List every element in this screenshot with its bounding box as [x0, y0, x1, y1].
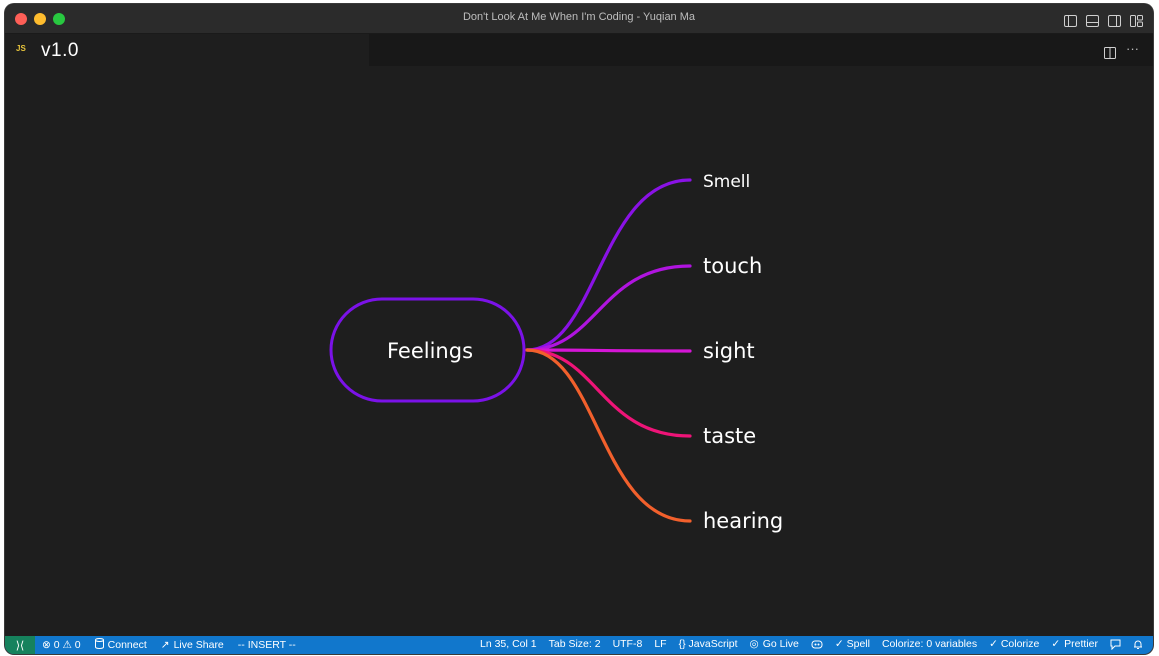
- spell-check-button[interactable]: ✓ Spell: [835, 638, 870, 650]
- go-live-label: Go Live: [762, 638, 799, 650]
- language-mode[interactable]: {} JavaScript: [679, 638, 738, 650]
- status-bar: ⟩⟨ ⊗ 0 ⚠ 0 Connect ↗ Live Share -- INSER…: [5, 636, 1153, 654]
- eol-indicator[interactable]: LF: [654, 638, 666, 650]
- title-bar: Don't Look At Me When I'm Coding - Yuqia…: [5, 4, 1153, 34]
- remote-indicator[interactable]: ⟩⟨: [5, 636, 35, 654]
- branch-node-touch[interactable]: touch: [703, 254, 762, 278]
- branch-node-smell[interactable]: Smell: [703, 172, 750, 192]
- database-icon: [94, 638, 104, 652]
- layout-controls: [1064, 12, 1143, 27]
- mind-map: Feelings Smell touch sight taste hearing: [329, 172, 783, 533]
- connect-button[interactable]: Connect: [94, 638, 147, 652]
- split-editor-icon[interactable]: [1104, 44, 1116, 59]
- prettier-label: Prettier: [1064, 638, 1098, 650]
- editor-area: Feelings Smell touch sight taste hearing: [5, 66, 1153, 636]
- toggle-primary-sidebar-icon[interactable]: [1064, 12, 1077, 27]
- tab-size-indicator[interactable]: Tab Size: 2: [549, 638, 601, 650]
- javascript-file-icon: JS: [16, 44, 26, 53]
- notifications-bell-icon[interactable]: [1133, 638, 1143, 650]
- tab-v1[interactable]: JS v1.0: [5, 34, 369, 66]
- broadcast-icon: ◎: [749, 638, 759, 650]
- colorize-button[interactable]: ✓ Colorize: [989, 638, 1039, 650]
- toggle-secondary-sidebar-icon[interactable]: [1108, 12, 1121, 27]
- prettier-button[interactable]: ✓ Prettier: [1051, 638, 1098, 650]
- double-check-icon: ✓: [1051, 638, 1061, 650]
- app-window: Don't Look At Me When I'm Coding - Yuqia…: [5, 4, 1153, 654]
- branch-connector-smell: [525, 178, 692, 352]
- encoding-indicator[interactable]: UTF-8: [613, 638, 643, 650]
- branch-connector-taste: [525, 348, 692, 438]
- live-share-icon: ↗: [160, 639, 170, 651]
- remote-icon: ⟩⟨: [15, 639, 25, 652]
- branch-connector-sight: [525, 348, 692, 353]
- branch-node-sight[interactable]: sight: [703, 339, 755, 363]
- connect-label: Connect: [107, 639, 147, 651]
- branch-node-taste[interactable]: taste: [703, 424, 756, 448]
- editor-tab-bar: JS v1.0 ···: [5, 34, 1153, 66]
- colorize-variables-indicator[interactable]: Colorize: 0 variables: [882, 638, 977, 650]
- tab-label: v1.0: [41, 40, 79, 61]
- feedback-icon[interactable]: [1110, 638, 1121, 650]
- problems-indicator[interactable]: ⊗ 0 ⚠ 0: [42, 638, 81, 652]
- cursor-position[interactable]: Ln 35, Col 1: [480, 638, 537, 650]
- branch-connector-hearing: [525, 348, 692, 523]
- copilot-icon[interactable]: [811, 638, 823, 650]
- branch-connector-touch: [525, 264, 692, 352]
- branch-node-hearing[interactable]: hearing: [703, 509, 783, 533]
- go-live-button[interactable]: ◎ Go Live: [750, 638, 799, 650]
- more-actions-icon[interactable]: ···: [1126, 41, 1139, 56]
- toggle-panel-icon[interactable]: [1086, 12, 1099, 27]
- vim-mode-indicator: -- INSERT --: [237, 639, 296, 651]
- live-share-button[interactable]: ↗ Live Share: [161, 638, 224, 652]
- root-node-label: Feelings: [387, 339, 473, 363]
- customize-layout-icon[interactable]: [1130, 12, 1143, 27]
- window-title: Don't Look At Me When I'm Coding - Yuqia…: [462, 11, 696, 23]
- live-share-label: Live Share: [173, 639, 224, 651]
